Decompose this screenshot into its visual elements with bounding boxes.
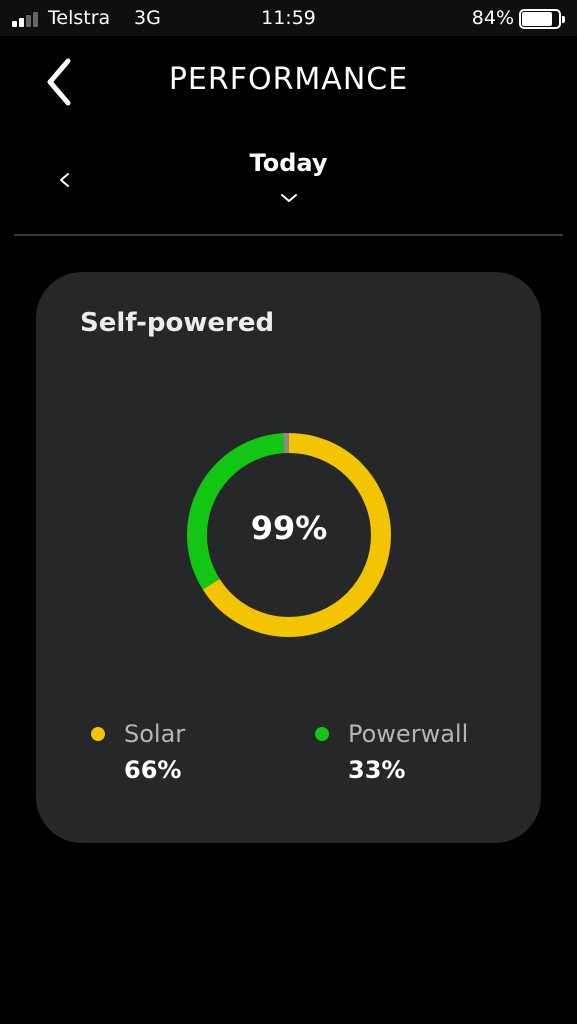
period-dropdown-button[interactable] [278, 190, 300, 204]
legend-label: Powerwall [348, 720, 469, 748]
self-powered-total: 99% [250, 509, 328, 547]
solar-color-dot [91, 727, 105, 741]
battery-fill [522, 12, 553, 26]
chevron-down-icon [281, 194, 297, 202]
legend-value: 33% [348, 756, 406, 784]
status-bar: Telstra 3G 11:59 84% [0, 0, 577, 36]
legend-label: Solar [124, 720, 186, 748]
legend-value: 66% [124, 756, 182, 784]
battery-nub [562, 16, 565, 23]
self-powered-card: Self-powered 99% Solar 66% Powerwall 33% [36, 272, 541, 843]
battery-percent: 84% [471, 7, 514, 29]
battery-icon [519, 9, 565, 29]
card-title: Self-powered [80, 308, 275, 338]
page-title: PERFORMANCE [168, 62, 409, 97]
period-label[interactable]: Today [0, 149, 577, 177]
powerwall-color-dot [315, 727, 329, 741]
divider [14, 234, 563, 236]
